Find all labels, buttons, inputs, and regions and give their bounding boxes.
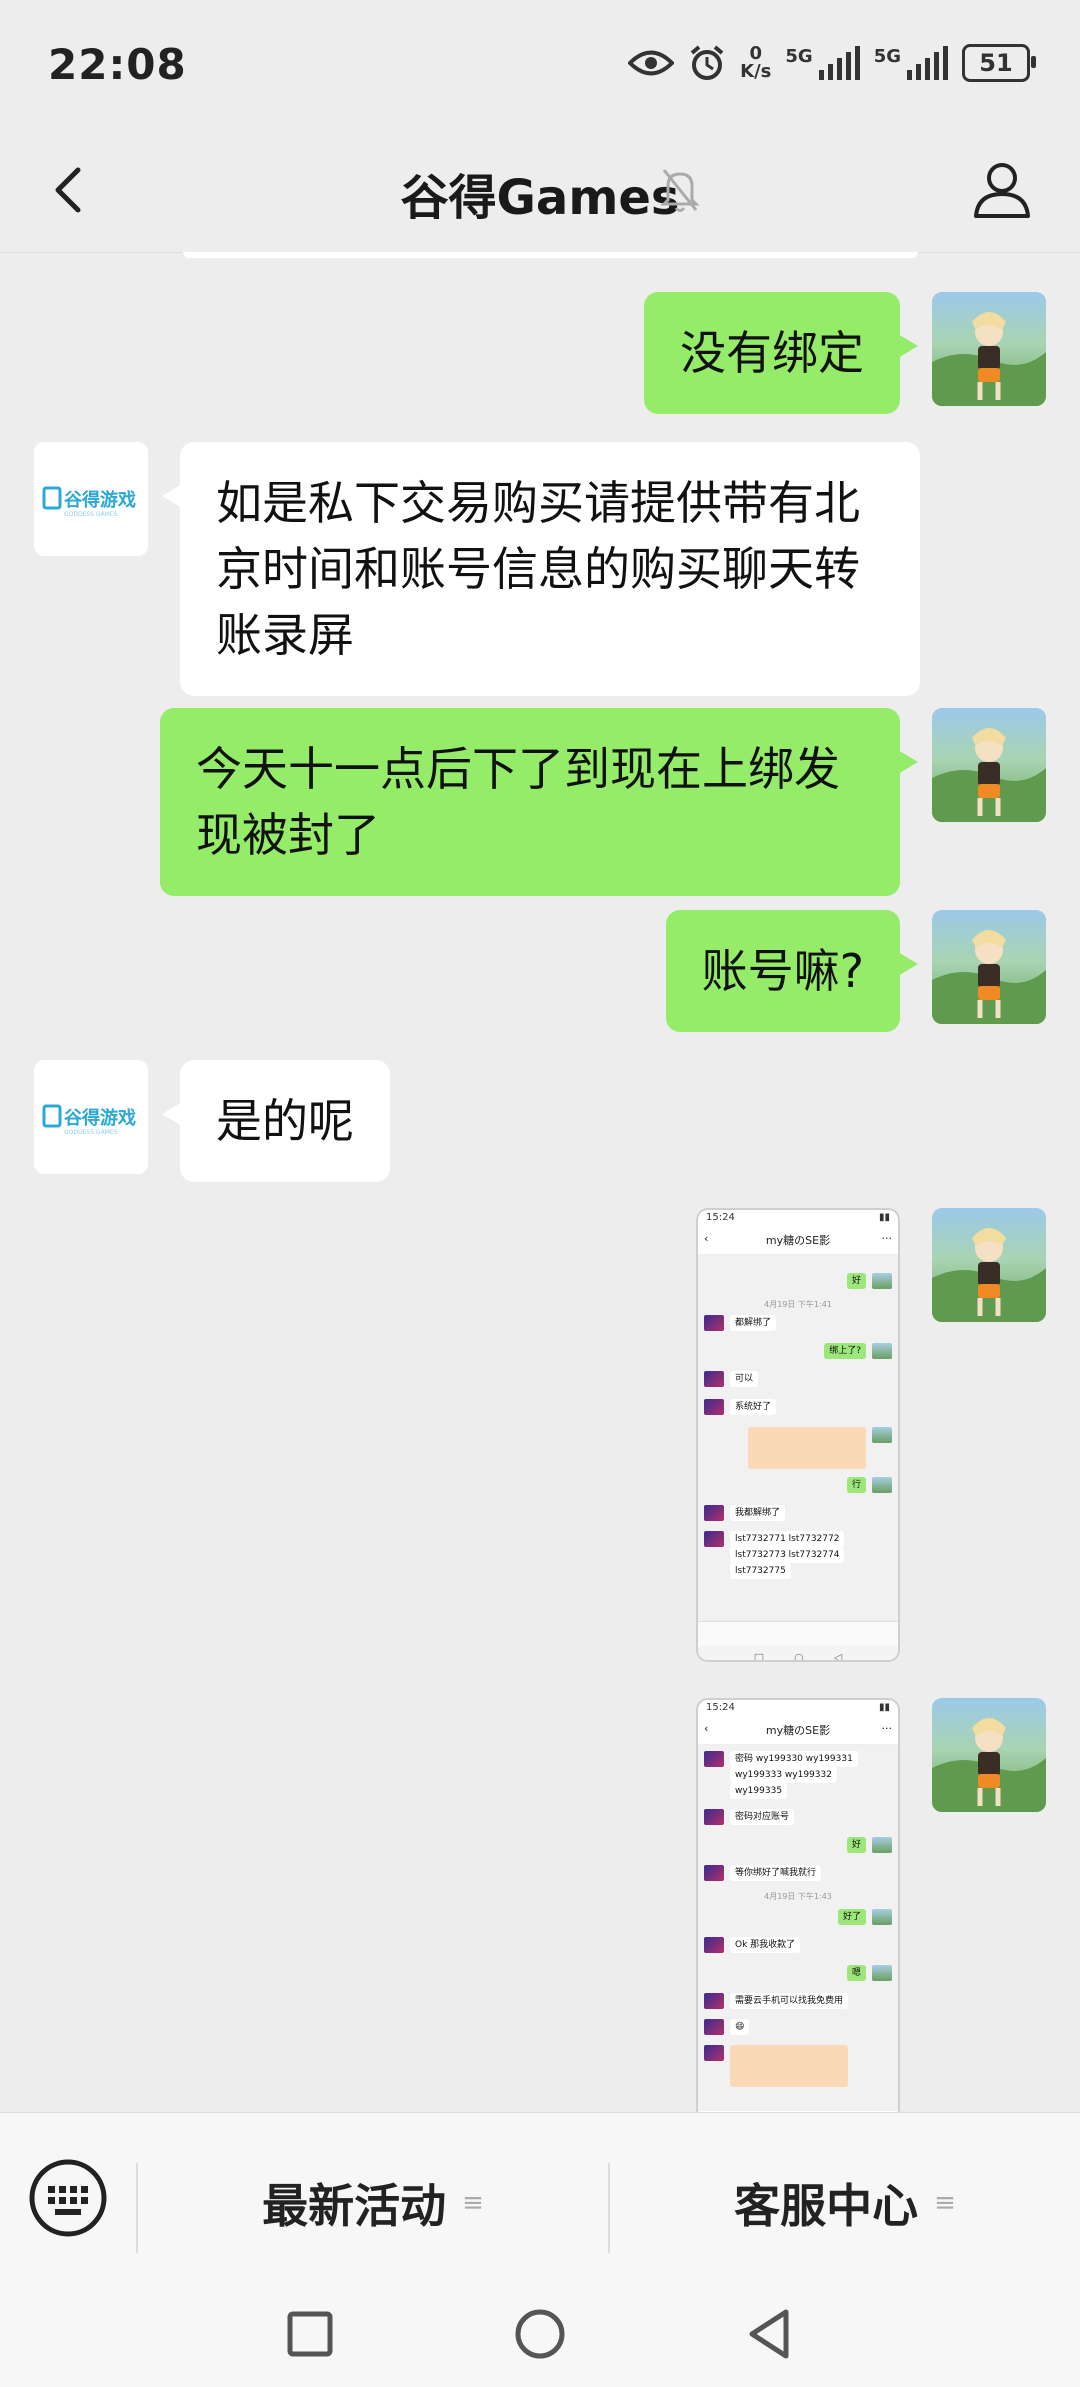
net-speed-unit: K/s: [740, 61, 772, 82]
thumb-line: wy199333 wy199332: [730, 1767, 837, 1783]
message-bubble-sent[interactable]: 账号嘛?: [665, 910, 919, 1032]
thumb-timestamp: 4月19日 下午1:41: [764, 1300, 832, 1309]
thumb-title: my糖のSE影: [765, 1234, 831, 1247]
system-navigation-bar: [0, 2282, 1080, 2387]
message-bubble-received[interactable]: 是的呢: [162, 1060, 390, 1182]
mute-bell-icon: [660, 169, 700, 212]
thumb-line: 都解绑了: [730, 1315, 777, 1331]
back-nav-icon[interactable]: [738, 2302, 802, 2366]
message-bubble-received[interactable]: 如是私下交易购买请提供带有北京时间和账号信息的购买聊天转账录屏: [162, 442, 920, 696]
thumb-line: 等你绑好了喊我就行: [730, 1865, 822, 1881]
thumb-line: 绑上了?: [824, 1343, 866, 1359]
menu-latest-events[interactable]: 最新活动 ≡: [138, 2163, 608, 2243]
thumb-line: wy199335: [730, 1783, 788, 1799]
thumb-line: lst7732771 lst7732772: [730, 1531, 845, 1547]
thumb-line: 好了: [837, 1909, 866, 1925]
message-bubble-sent[interactable]: 没有绑定: [644, 292, 918, 414]
user-avatar[interactable]: [932, 292, 1046, 406]
signal-5g-2-icon: 5G: [874, 46, 948, 80]
battery-icon: 51: [962, 44, 1036, 82]
thumb-line: Ok 那我收款了: [730, 1937, 801, 1953]
thumb-nav: □ ○ ◁: [698, 1646, 898, 1660]
status-bar: 22:08 0 K/s 5G 5G 51: [0, 0, 1080, 130]
thumb-line: 系统好了: [730, 1399, 777, 1415]
thumb-line: 密码对应账号: [730, 1809, 795, 1825]
svg-text:谷得游戏: 谷得游戏: [64, 489, 136, 511]
thumb-line: 好: [846, 1837, 866, 1853]
thumb-line: 需要云手机可以找我免费用: [730, 1993, 849, 2009]
thumb-body: 好 4月19日 下午1:41 都解绑了 绑上了? 可以 系统好了 行 我都解绑了…: [698, 1255, 898, 1621]
user-avatar[interactable]: [932, 708, 1046, 822]
image-message-chat-screenshot[interactable]: 15:24 ▮▮ ‹ my糖のSE影 ··· 密码 wy199330 wy199331…: [696, 1698, 900, 2112]
submenu-icon: ≡: [934, 2188, 956, 2218]
thumb-status: 15:24 ▮▮: [698, 1210, 898, 1232]
net-speed: 0 K/s: [740, 45, 771, 81]
svg-text:谷得游戏: 谷得游戏: [64, 1107, 136, 1129]
battery-level: 51: [979, 49, 1013, 77]
signal1-label: 5G: [785, 46, 813, 67]
status-time: 22:08: [48, 40, 187, 89]
thumb-line: lst7732775: [730, 1563, 791, 1579]
thumb-line: 嗯: [846, 1965, 866, 1981]
thumb-line: lst7732773 lst7732774: [730, 1547, 845, 1563]
message-bubble-sent[interactable]: 今天十一点后下了到现在上绑发现被封了: [160, 708, 918, 896]
svg-text:GODDESS GAMES: GODDESS GAMES: [64, 1129, 118, 1136]
home-icon[interactable]: [508, 2302, 572, 2366]
keyboard-toggle-icon[interactable]: [28, 2158, 108, 2238]
thumb-line: 行: [846, 1477, 866, 1493]
profile-icon[interactable]: [970, 158, 1034, 222]
thumb-header: ‹ my糖のSE影 ···: [698, 1722, 898, 1745]
user-avatar[interactable]: [932, 910, 1046, 1024]
thumb-time: 15:24: [706, 1212, 735, 1223]
chat-title: 谷得Games: [400, 170, 680, 226]
thumb-line: 😄: [730, 2019, 750, 2035]
chat-messages: 没有绑定 谷得游戏 GODDESS GAMES 如是私下交易购买请提供带有北京时间…: [0, 252, 1080, 2112]
thumb-timestamp: 4月19日 下午1:43: [764, 1892, 832, 1901]
thumb-time: 15:24: [706, 1702, 735, 1713]
thumb-title: my糖のSE影: [765, 1724, 831, 1737]
image-message-chat-screenshot[interactable]: 15:24 ▮▮ ‹ my糖のSE影 ··· 好 4月19日 下午1:41 都解绑了 …: [696, 1208, 900, 1662]
user-avatar[interactable]: [932, 1698, 1046, 1812]
thumb-input: [698, 1621, 898, 1646]
thumb-header: ‹ my糖のSE影 ···: [698, 1232, 898, 1255]
signal-5g-1-icon: 5G: [785, 46, 860, 80]
menu-customer-service-label: 客服中心: [734, 2179, 919, 2233]
status-icons: 0 K/s 5G 5G 51: [628, 44, 1036, 82]
service-avatar[interactable]: 谷得游戏 GODDESS GAMES: [34, 442, 148, 556]
previous-message-clipped: [183, 252, 918, 258]
submenu-icon: ≡: [462, 2188, 484, 2218]
recent-apps-icon[interactable]: [278, 2302, 342, 2366]
thumb-line: 可以: [730, 1371, 759, 1387]
official-account-menu: 最新活动 ≡ 客服中心 ≡: [0, 2112, 1080, 2283]
thumb-status: 15:24 ▮▮: [698, 1700, 898, 1722]
menu-latest-events-label: 最新活动: [262, 2179, 447, 2233]
menu-customer-service[interactable]: 客服中心 ≡: [610, 2163, 1080, 2243]
service-avatar[interactable]: 谷得游戏 GODDESS GAMES: [34, 1060, 148, 1174]
chat-header: 谷得Games: [0, 130, 1080, 253]
eye-icon: [628, 50, 675, 76]
user-avatar[interactable]: [932, 1208, 1046, 1322]
thumb-line: 密码 wy199330 wy199331: [730, 1751, 858, 1767]
thumb-line: 我都解绑了: [730, 1505, 786, 1521]
signal2-label: 5G: [873, 46, 901, 67]
alarm-icon: [690, 45, 724, 80]
svg-text:GODDESS GAMES: GODDESS GAMES: [64, 511, 118, 518]
thumb-line: 好: [846, 1273, 866, 1289]
thumb-body: 密码 wy199330 wy199331 wy199333 wy199332 w…: [698, 1745, 898, 2111]
